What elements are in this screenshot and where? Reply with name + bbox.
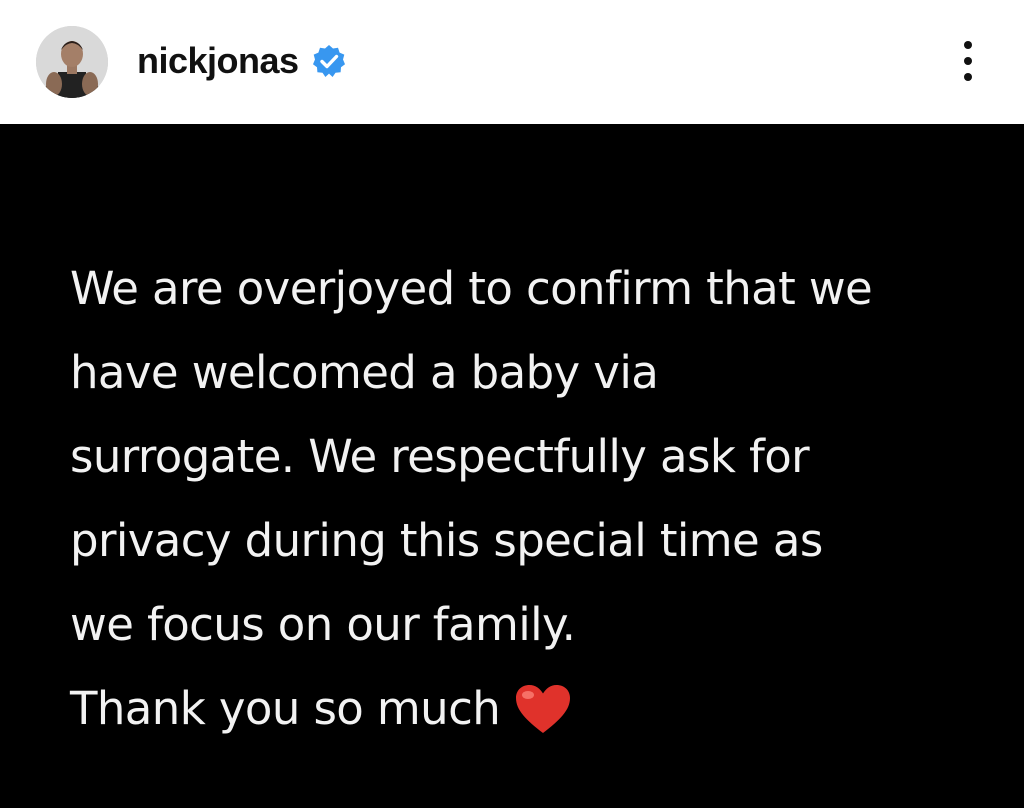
post-header: nickjonas — [0, 0, 1024, 124]
post-image: We are overjoyed to confirm that we have… — [0, 124, 1024, 808]
post-caption-text: We are overjoyed to confirm that we have… — [70, 247, 970, 751]
text-line: surrogate. We respectfully ask for — [70, 430, 810, 483]
avatar[interactable] — [36, 26, 108, 98]
red-heart-icon — [516, 685, 571, 733]
text-line-last: Thank you so much — [70, 667, 970, 751]
verified-badge-icon — [313, 45, 345, 77]
text-line: we focus on our family. — [70, 598, 576, 651]
avatar-photo — [36, 26, 108, 98]
text-line: We are overjoyed to confirm that we — [70, 262, 873, 315]
username-link[interactable]: nickjonas — [137, 40, 299, 82]
text-line: privacy during this special time as — [70, 514, 823, 567]
text-line: Thank you so much — [70, 682, 501, 735]
more-options-icon[interactable] — [950, 36, 986, 86]
text-line: have welcomed a baby via — [70, 346, 659, 399]
